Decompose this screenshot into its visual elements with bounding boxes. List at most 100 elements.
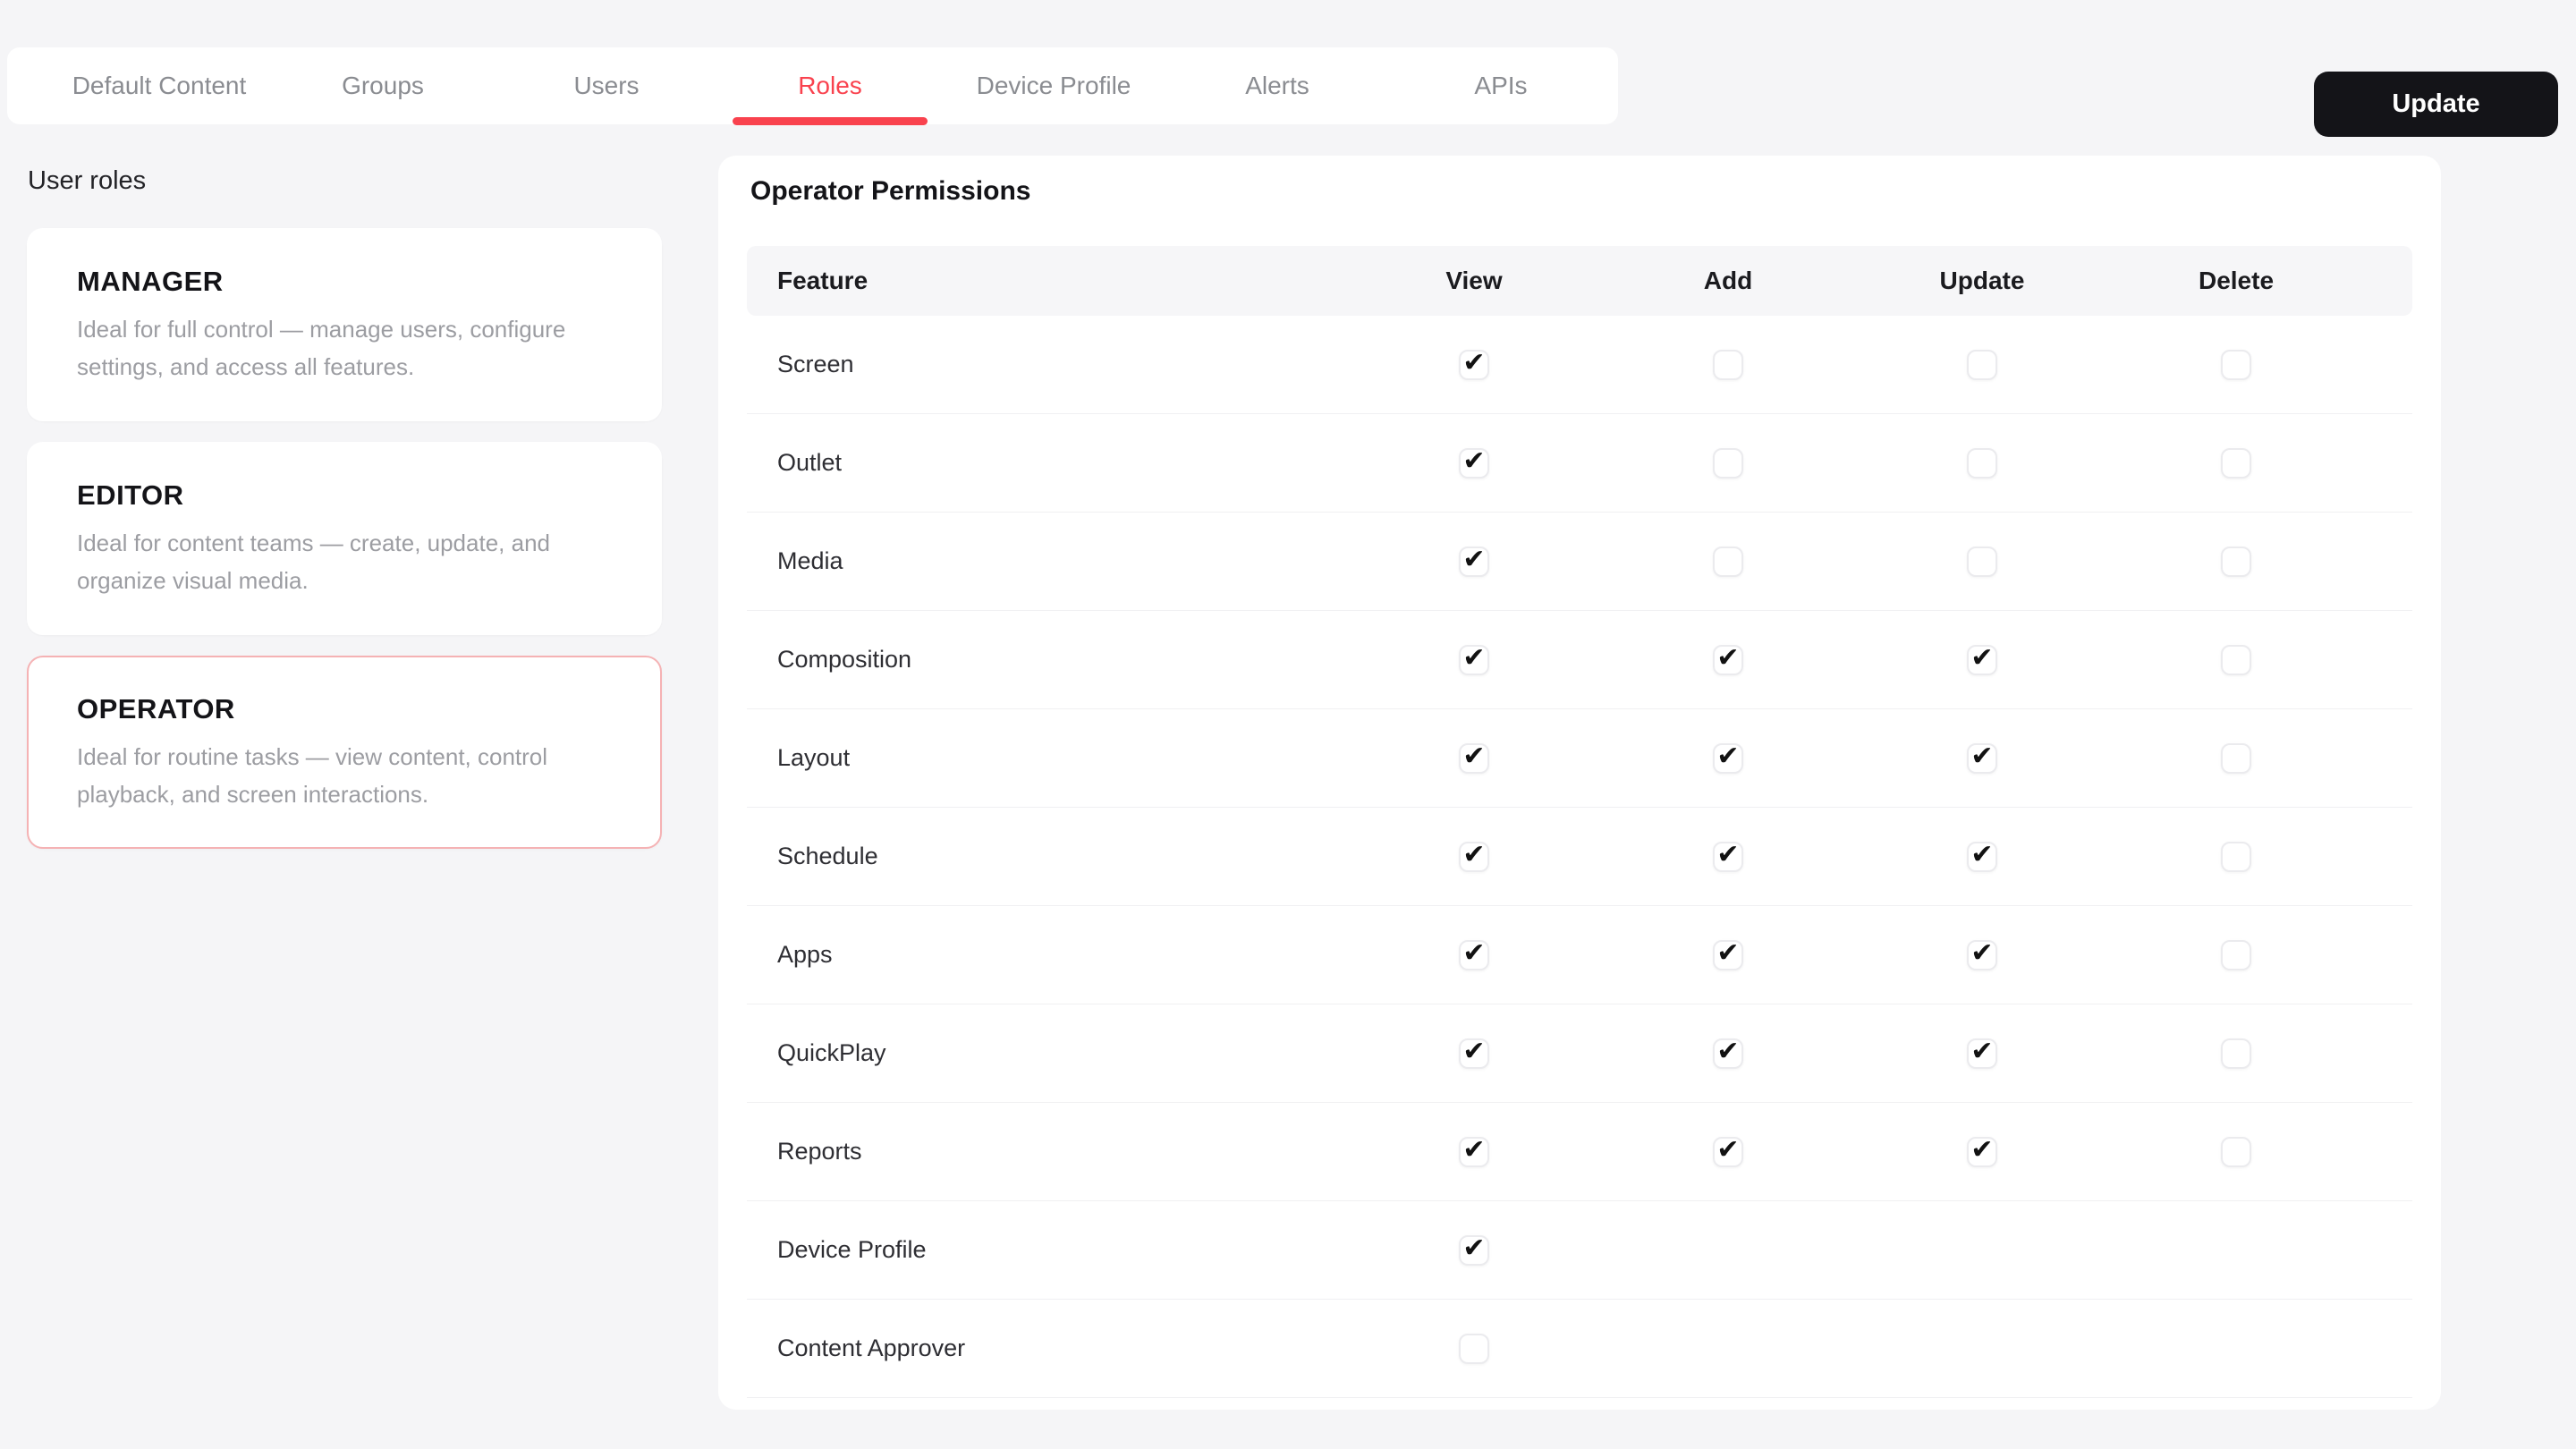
role-card-operator[interactable]: OPERATOR Ideal for routine tasks — view c… bbox=[27, 656, 662, 849]
reports-update-cell: ✔ bbox=[1855, 1134, 2109, 1167]
check-icon: ✔ bbox=[1462, 445, 1486, 477]
reports-update-checkbox[interactable]: ✔ bbox=[1967, 1134, 1997, 1167]
table-row-schedule: Schedule ✔ ✔ ✔ bbox=[747, 808, 2412, 906]
tab-apis[interactable]: APIs bbox=[1389, 47, 1613, 124]
table-row-quickplay: QuickPlay ✔ ✔ ✔ bbox=[747, 1004, 2412, 1103]
quickplay-view-checkbox[interactable]: ✔ bbox=[1459, 1038, 1489, 1069]
tab-roles[interactable]: Roles bbox=[718, 47, 942, 125]
quickplay-update-checkbox[interactable]: ✔ bbox=[1967, 1038, 1997, 1069]
outlet-update-cell bbox=[1855, 447, 2109, 479]
quickplay-delete-checkbox[interactable] bbox=[2221, 1038, 2251, 1069]
content-approver-view-checkbox[interactable] bbox=[1459, 1333, 1489, 1364]
table-row-composition: Composition ✔ ✔ ✔ bbox=[747, 611, 2412, 709]
media-delete-cell bbox=[2109, 546, 2363, 577]
check-icon: ✔ bbox=[1970, 1036, 1994, 1067]
outlet-add-cell bbox=[1601, 447, 1855, 479]
check-icon: ✔ bbox=[1462, 544, 1486, 575]
tab-label: Alerts bbox=[1245, 72, 1309, 99]
apps-update-checkbox[interactable]: ✔ bbox=[1967, 939, 1997, 970]
role-description: Ideal for full control — manage users, c… bbox=[77, 316, 566, 380]
apps-view-checkbox[interactable]: ✔ bbox=[1459, 939, 1489, 970]
check-icon: ✔ bbox=[1462, 347, 1486, 378]
reports-view-checkbox[interactable]: ✔ bbox=[1459, 1136, 1489, 1167]
media-delete-checkbox[interactable] bbox=[2221, 546, 2251, 577]
role-description: Ideal for content teams — create, update… bbox=[77, 530, 550, 594]
composition-delete-checkbox[interactable] bbox=[2221, 644, 2251, 675]
media-view-checkbox[interactable]: ✔ bbox=[1459, 544, 1489, 577]
apps-view-cell: ✔ bbox=[1347, 939, 1601, 970]
screen-update-checkbox[interactable] bbox=[1967, 349, 1997, 380]
active-tab-underline bbox=[733, 117, 928, 125]
table-row-layout: Layout ✔ ✔ ✔ bbox=[747, 709, 2412, 808]
schedule-add-cell: ✔ bbox=[1601, 841, 1855, 872]
table-row-content-approver: Content Approver bbox=[747, 1300, 2412, 1398]
column-header-delete: Delete bbox=[2198, 267, 2275, 294]
tab-alerts[interactable]: Alerts bbox=[1165, 47, 1389, 124]
schedule-update-checkbox[interactable]: ✔ bbox=[1967, 841, 1997, 872]
schedule-view-checkbox[interactable]: ✔ bbox=[1459, 841, 1489, 872]
composition-add-checkbox[interactable]: ✔ bbox=[1713, 644, 1743, 675]
check-icon: ✔ bbox=[1716, 741, 1740, 772]
reports-add-checkbox[interactable]: ✔ bbox=[1713, 1136, 1743, 1167]
tab-device-profile[interactable]: Device Profile bbox=[942, 47, 1165, 124]
device-profile-view-cell: ✔ bbox=[1347, 1234, 1601, 1266]
composition-delete-cell bbox=[2109, 644, 2363, 675]
outlet-add-checkbox[interactable] bbox=[1713, 447, 1743, 479]
feature-label: Schedule bbox=[777, 843, 878, 869]
outlet-view-checkbox[interactable]: ✔ bbox=[1459, 445, 1489, 479]
permissions-table: Feature View Add Update Delete Screen ✔ Outlet… bbox=[747, 246, 2412, 1398]
check-icon: ✔ bbox=[1462, 741, 1486, 772]
tab-default-content[interactable]: Default Content bbox=[47, 47, 271, 124]
layout-view-checkbox[interactable]: ✔ bbox=[1459, 741, 1489, 774]
outlet-update-checkbox[interactable] bbox=[1967, 447, 1997, 479]
tab-users[interactable]: Users bbox=[495, 47, 718, 124]
outlet-view-cell: ✔ bbox=[1347, 445, 1601, 479]
screen-delete-checkbox[interactable] bbox=[2221, 349, 2251, 380]
schedule-delete-checkbox[interactable] bbox=[2221, 841, 2251, 872]
update-button[interactable]: Update bbox=[2314, 72, 2558, 137]
user-roles-heading: User roles bbox=[28, 166, 147, 195]
device-profile-view-checkbox[interactable]: ✔ bbox=[1459, 1234, 1489, 1266]
apps-add-checkbox[interactable]: ✔ bbox=[1713, 939, 1743, 970]
check-icon: ✔ bbox=[1970, 642, 1994, 674]
screen-add-checkbox[interactable] bbox=[1713, 349, 1743, 380]
permissions-panel: Operator Permissions Feature View Add Updat… bbox=[718, 156, 2441, 1410]
screen-delete-cell bbox=[2109, 349, 2363, 380]
media-add-checkbox[interactable] bbox=[1713, 546, 1743, 577]
role-card-editor[interactable]: EDITOR Ideal for content teams — create, … bbox=[27, 442, 662, 635]
feature-label: Media bbox=[777, 547, 843, 574]
screen-update-cell bbox=[1855, 349, 2109, 380]
roles-settings-page: Default Content Groups Users Roles Device Pr… bbox=[0, 0, 2576, 1449]
role-name: MANAGER bbox=[77, 266, 224, 297]
composition-view-checkbox[interactable]: ✔ bbox=[1459, 642, 1489, 675]
screen-view-checkbox[interactable]: ✔ bbox=[1459, 347, 1489, 380]
table-row-reports: Reports ✔ ✔ ✔ bbox=[747, 1103, 2412, 1201]
layout-add-checkbox[interactable]: ✔ bbox=[1713, 741, 1743, 774]
tab-label: APIs bbox=[1474, 72, 1528, 99]
column-header-view: View bbox=[1445, 267, 1503, 294]
tab-label: Roles bbox=[798, 72, 862, 99]
feature-label: Device Profile bbox=[777, 1236, 927, 1263]
apps-delete-checkbox[interactable] bbox=[2221, 939, 2251, 970]
column-header-add: Add bbox=[1703, 267, 1753, 294]
layout-view-cell: ✔ bbox=[1347, 741, 1601, 774]
feature-label: Content Approver bbox=[777, 1335, 966, 1361]
schedule-view-cell: ✔ bbox=[1347, 841, 1601, 872]
layout-update-checkbox[interactable]: ✔ bbox=[1967, 742, 1997, 774]
check-icon: ✔ bbox=[1462, 642, 1486, 674]
layout-delete-checkbox[interactable] bbox=[2221, 742, 2251, 774]
schedule-add-checkbox[interactable]: ✔ bbox=[1713, 841, 1743, 872]
role-card-manager[interactable]: MANAGER Ideal for full control — manage u… bbox=[27, 228, 662, 421]
tab-groups[interactable]: Groups bbox=[271, 47, 495, 124]
composition-update-checkbox[interactable]: ✔ bbox=[1967, 642, 1997, 675]
check-icon: ✔ bbox=[1970, 1134, 1994, 1165]
media-update-checkbox[interactable] bbox=[1967, 546, 1997, 577]
content-approver-view-cell bbox=[1347, 1333, 1601, 1364]
reports-delete-checkbox[interactable] bbox=[2221, 1136, 2251, 1167]
tab-label: Default Content bbox=[72, 72, 247, 99]
column-header-update: Update bbox=[1939, 267, 2025, 294]
apps-add-cell: ✔ bbox=[1601, 939, 1855, 970]
outlet-delete-checkbox[interactable] bbox=[2221, 447, 2251, 479]
quickplay-add-checkbox[interactable]: ✔ bbox=[1713, 1038, 1743, 1069]
screen-add-cell bbox=[1601, 349, 1855, 380]
